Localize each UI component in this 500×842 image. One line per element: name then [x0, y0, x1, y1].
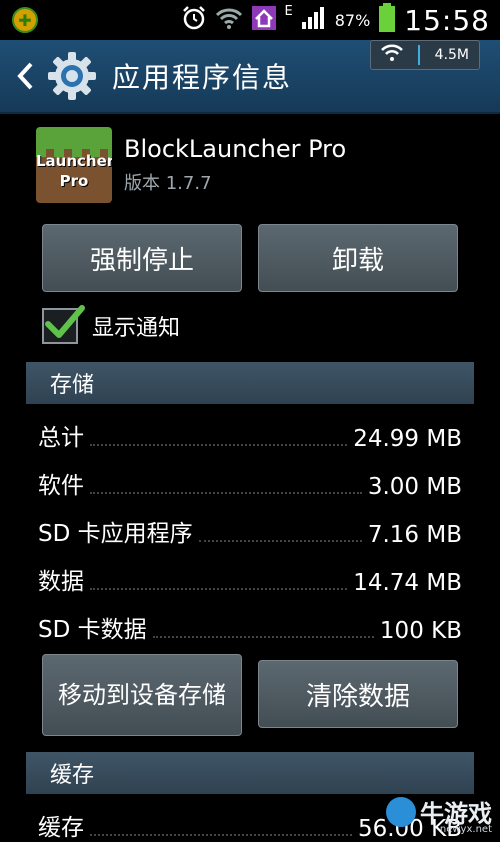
storage-row-value: 3.00 MB: [367, 474, 462, 500]
alarm-icon: [181, 5, 207, 35]
storage-row-label: 数据: [38, 569, 84, 595]
page-title: 应用程序信息: [112, 61, 293, 94]
force-stop-button[interactable]: 强制停止: [42, 224, 242, 292]
dotted-leader: [90, 492, 362, 494]
back-icon[interactable]: [10, 51, 40, 101]
clear-data-button[interactable]: 清除数据: [258, 660, 458, 728]
app-notification-icon: ✚: [12, 0, 38, 40]
clock: 15:58: [404, 3, 490, 37]
dotted-leader: [90, 834, 352, 836]
app-header: Launcher Pro BlockLauncher Pro 版本 1.7.7: [36, 126, 476, 204]
cache-row-label: 缓存: [38, 815, 84, 841]
storage-row-value: 100 KB: [379, 618, 462, 644]
app-icon-text-line2: Pro: [59, 172, 89, 190]
battery-icon: [378, 3, 396, 37]
storage-row-value: 24.99 MB: [353, 426, 462, 452]
status-bar: ✚ E 87% 15:58: [0, 0, 500, 40]
home-icon: [251, 5, 277, 35]
show-notifications-label: 显示通知: [92, 316, 181, 341]
divider: [417, 45, 420, 65]
app-version: 版本 1.7.7: [124, 173, 212, 194]
storage-row-app: 软件 3.00 MB: [38, 464, 462, 500]
app-icon-text-line1: Launcher: [36, 152, 112, 170]
show-notifications-row[interactable]: 显示通知: [42, 304, 180, 348]
app-name: BlockLauncher Pro: [124, 135, 347, 163]
wifi-icon: [381, 44, 403, 66]
dotted-leader: [90, 444, 348, 446]
settings-gear-icon[interactable]: [46, 50, 98, 102]
storage-row-data: 数据 14.74 MB: [38, 560, 462, 596]
storage-row-sd-data: SD 卡数据 100 KB: [38, 608, 462, 644]
storage-row-label: SD 卡数据: [38, 617, 147, 643]
network-type: E: [284, 4, 293, 19]
dotted-leader: [90, 588, 348, 590]
app-icon: Launcher Pro: [36, 127, 112, 203]
storage-row-label: SD 卡应用程序: [38, 521, 193, 547]
watermark-logo-icon: [386, 796, 416, 827]
cache-section-header: 缓存: [26, 752, 474, 794]
storage-row-value: 14.74 MB: [353, 570, 462, 596]
storage-row-sd-app: SD 卡应用程序 7.16 MB: [38, 512, 462, 548]
network-speed-overlay: 4.5M: [370, 40, 480, 70]
uninstall-button[interactable]: 卸载: [258, 224, 458, 292]
storage-row-total: 总计 24.99 MB: [38, 416, 462, 452]
watermark: 牛游戏 newyx.net: [386, 794, 492, 835]
dotted-leader: [198, 540, 362, 542]
battery-percent: 87%: [334, 10, 371, 30]
storage-row-label: 软件: [38, 473, 84, 499]
dotted-leader: [152, 636, 374, 638]
checkmark-icon: [45, 305, 85, 338]
show-notifications-checkbox[interactable]: [42, 305, 85, 344]
storage-row-label: 总计: [38, 425, 84, 451]
storage-row-value: 7.16 MB: [367, 522, 462, 548]
status-icons: E 87% 15:58: [181, 0, 490, 40]
move-to-device-button[interactable]: 移动到设备存储: [42, 654, 242, 736]
network-speed: 4.5M: [434, 47, 469, 63]
watermark-url: newyx.net: [439, 824, 492, 835]
signal-icon: [301, 6, 327, 34]
storage-section-header: 存储: [26, 362, 474, 404]
wifi-icon: [215, 6, 243, 34]
